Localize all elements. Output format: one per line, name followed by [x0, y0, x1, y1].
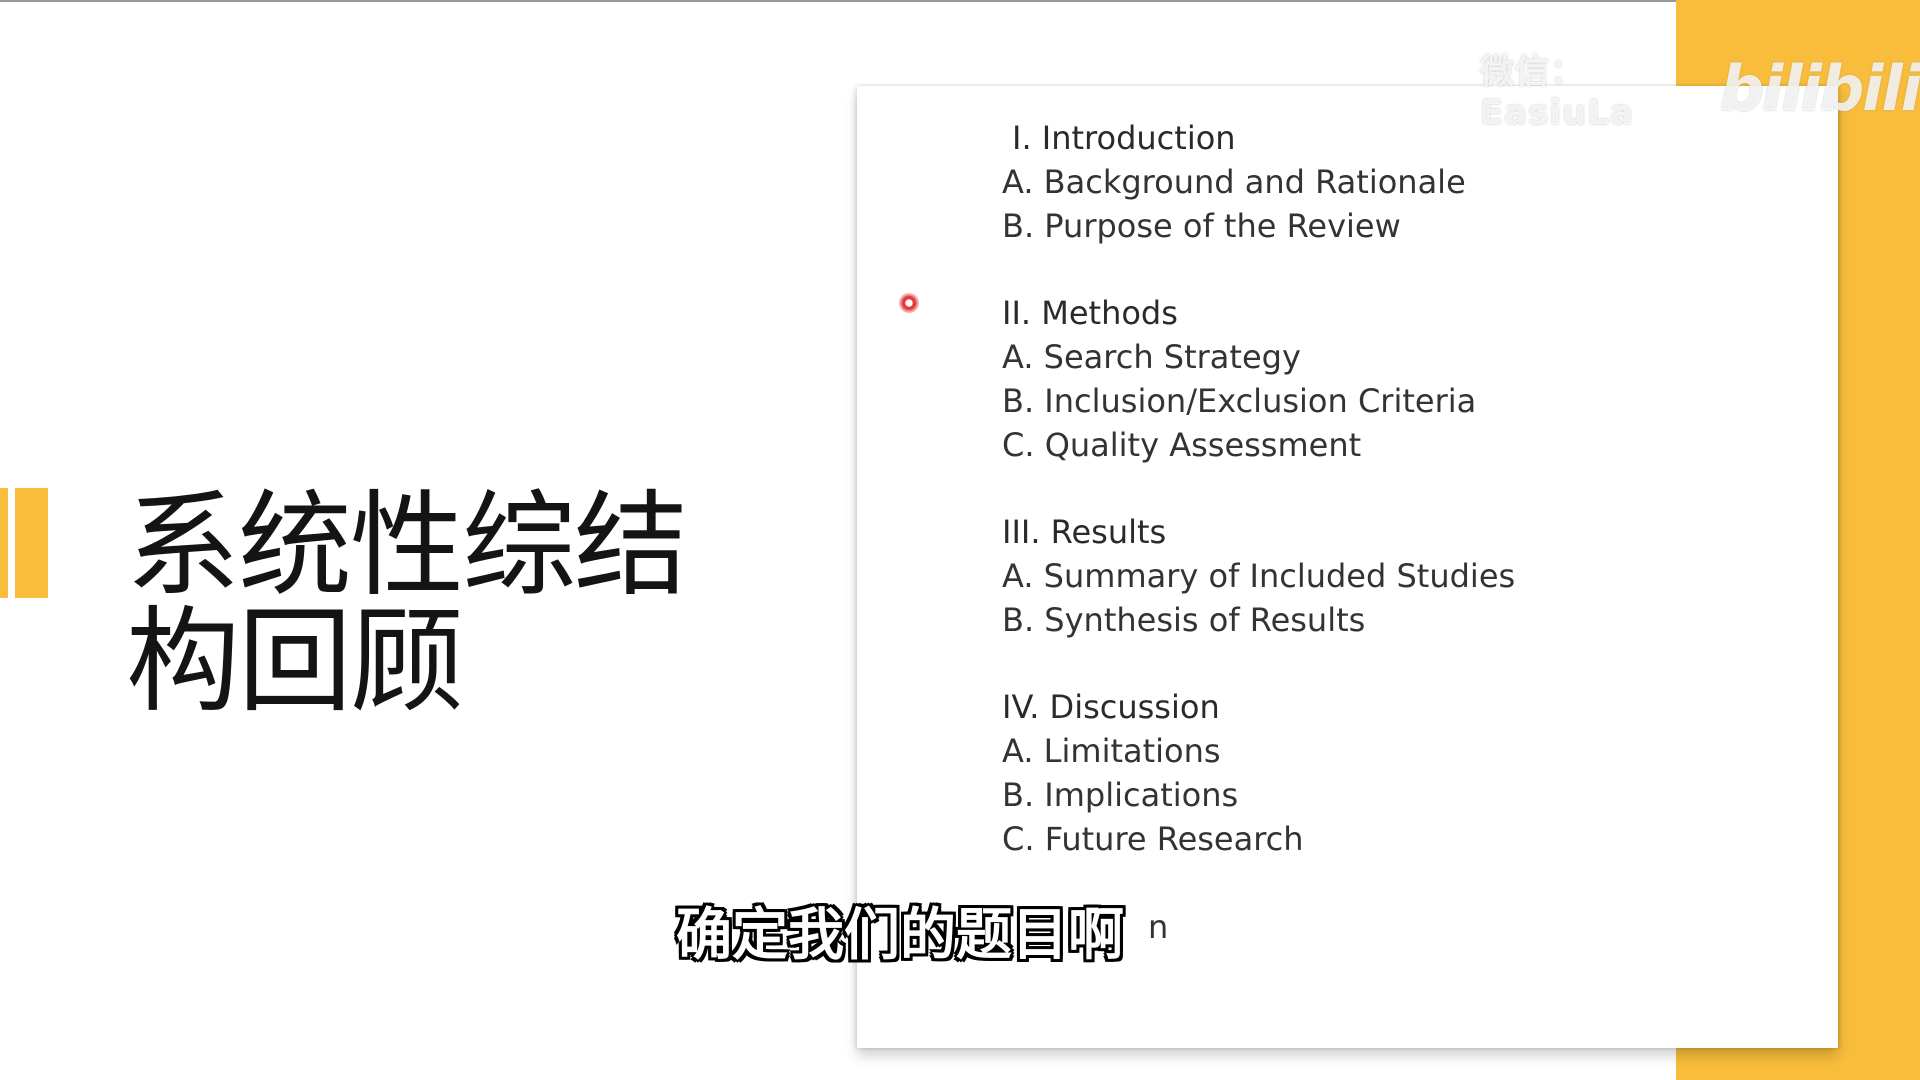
outline-spacer [1002, 642, 1515, 685]
outline-heading: III. Results [1002, 513, 1167, 551]
outline-item: A. Limitations [1002, 732, 1221, 770]
slide-title-line-1: 系统性综结 [126, 479, 688, 612]
left-accent-bar [0, 488, 48, 598]
outline-item: B. Purpose of the Review [1002, 207, 1401, 245]
outline-item: B. Synthesis of Results [1002, 601, 1366, 639]
top-divider [0, 0, 1676, 2]
slide-title: 系统性综结 构回顾 [126, 488, 726, 720]
outline-item: B. Inclusion/Exclusion Criteria [1002, 382, 1477, 420]
watermark: 微信：EasiuLa bilibili [1480, 44, 1920, 133]
outline-spacer [1002, 248, 1515, 291]
outline-item: C. Quality Assessment [1002, 426, 1362, 464]
laser-pointer-icon [899, 293, 919, 313]
left-accent-gap [8, 488, 15, 598]
slide-title-line-2: 构回顾 [126, 595, 464, 728]
outline-item: B. Implications [1002, 776, 1239, 814]
outline-heading: IV. Discussion [1002, 688, 1220, 726]
bilibili-logo-icon: bilibili [1719, 52, 1920, 125]
video-frame: 系统性综结 构回顾 I. Introduction A. Background … [0, 0, 1920, 1080]
outline-item: A. Search Strategy [1002, 338, 1301, 376]
outline-item: C. Future Research [1002, 820, 1304, 858]
video-subtitle: 确定我们的题目啊 [0, 900, 1920, 972]
outline-spacer [1002, 467, 1515, 510]
outline-list: I. Introduction A. Background and Ration… [1002, 116, 1515, 861]
outline-item: A. Summary of Included Studies [1002, 557, 1516, 595]
outline-heading: I. Introduction [1012, 119, 1236, 157]
watermark-user: 微信：EasiuLa [1480, 52, 1634, 133]
outline-item: A. Background and Rationale [1002, 163, 1466, 201]
outline-heading: II. Methods [1002, 294, 1178, 332]
subtitle-text: 确定我们的题目啊 [676, 903, 1124, 968]
